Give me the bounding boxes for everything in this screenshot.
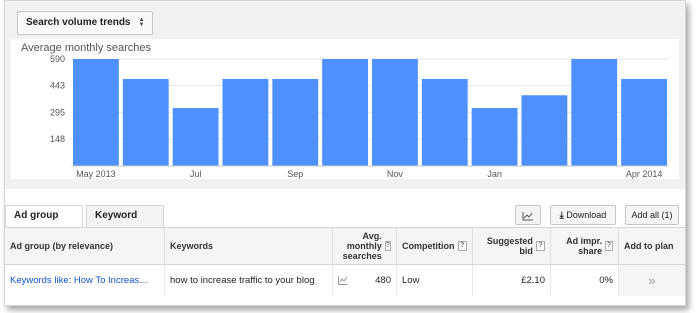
tabs-row: Ad group ideas Keyword ideas ⤓ Download … xyxy=(5,201,685,241)
download-button[interactable]: ⤓ Download xyxy=(550,205,616,225)
x-tick-label: Nov xyxy=(387,169,404,179)
bar[interactable] xyxy=(471,107,518,166)
trends-area: Search volume trends ▲ ▼ Average monthly … xyxy=(5,1,685,189)
bar[interactable] xyxy=(621,78,667,166)
download-label: Download xyxy=(566,210,607,220)
add-to-plan-button[interactable]: » xyxy=(619,265,685,296)
keyword-cell: how to increase traffic to your blog xyxy=(165,265,333,296)
y-tick-label: 443 xyxy=(50,81,65,91)
header-label: Add to plan xyxy=(624,241,674,251)
bar[interactable] xyxy=(122,78,169,166)
ad-group-link[interactable]: Keywords like: How To Increas… xyxy=(5,265,165,296)
header-suggested-bid[interactable]: Suggested bid? xyxy=(473,228,551,264)
trend-chart-icon[interactable] xyxy=(338,276,348,285)
line-chart-icon xyxy=(522,211,533,221)
avg-searches-value: 480 xyxy=(375,275,391,286)
suggested-bid-cell: £2.10 xyxy=(473,265,551,296)
header-label: Keywords xyxy=(170,241,214,251)
monthly-searches-chart: 148 295 443 590 May 2013 Jul Sep Nov Jan Apr 2014 xyxy=(50,54,669,179)
table-row: Keywords like: How To Increas… how to in… xyxy=(5,265,685,296)
help-icon[interactable]: ? xyxy=(384,241,391,251)
help-icon[interactable]: ? xyxy=(457,241,467,251)
table-header: Ad group (by relevance) Keywords Avg. mo… xyxy=(5,228,685,265)
header-competition[interactable]: Competition? xyxy=(397,228,473,264)
search-volume-trends-dropdown[interactable]: Search volume trends ▲ ▼ xyxy=(17,11,154,35)
x-tick-label: Sep xyxy=(287,169,303,179)
y-tick-label: 295 xyxy=(50,108,65,118)
tab-keyword-ideas[interactable]: Keyword ideas xyxy=(86,205,164,241)
sort-arrows-icon: ▲ ▼ xyxy=(138,17,145,28)
bar[interactable] xyxy=(172,107,219,166)
ad-impr-share-cell: 0% xyxy=(551,265,619,296)
bar[interactable] xyxy=(571,59,618,166)
add-all-label: Add all (1) xyxy=(631,210,673,220)
chart-panel: Average monthly searches 148 295 443 590 May… xyxy=(11,39,679,179)
bar[interactable] xyxy=(272,78,319,166)
keyword-planner-panel: Search volume trends ▲ ▼ Average monthly … xyxy=(4,0,686,306)
header-avg-searches[interactable]: Avg. monthly searches? xyxy=(333,228,397,264)
header-label: Ad impr. share xyxy=(566,236,603,256)
bar[interactable] xyxy=(372,59,418,166)
competition-cell: Low xyxy=(397,265,473,296)
download-icon: ⤓ xyxy=(559,210,564,220)
header-ad-group[interactable]: Ad group (by relevance) xyxy=(5,228,165,264)
x-tick-label: May 2013 xyxy=(76,169,116,179)
x-tick-label: Jan xyxy=(487,169,502,179)
help-icon[interactable]: ? xyxy=(605,241,613,251)
bar[interactable] xyxy=(421,78,468,166)
bar[interactable] xyxy=(73,59,119,166)
header-keywords[interactable]: Keywords xyxy=(165,228,333,264)
header-label: Avg. monthly searches xyxy=(342,231,382,261)
bar[interactable] xyxy=(222,78,269,166)
header-label: Suggested bid xyxy=(486,236,533,256)
bar[interactable] xyxy=(322,59,368,166)
chart-toggle-button[interactable] xyxy=(515,205,541,225)
header-ad-impr-share[interactable]: Ad impr. share? xyxy=(551,228,619,264)
y-tick-label: 590 xyxy=(50,54,65,64)
tab-ad-group-ideas[interactable]: Ad group ideas xyxy=(5,205,83,241)
header-add-to-plan: Add to plan xyxy=(619,228,685,264)
ad-group-table: Ad group (by relevance) Keywords Avg. mo… xyxy=(5,227,685,296)
add-all-button[interactable]: Add all (1) xyxy=(625,205,679,225)
header-label: Ad group (by relevance) xyxy=(10,241,114,251)
header-label: Competition xyxy=(402,241,455,251)
bar[interactable] xyxy=(521,95,568,166)
x-tick-label: Jul xyxy=(190,169,202,179)
help-icon[interactable]: ? xyxy=(535,241,545,251)
avg-searches-cell: 480 xyxy=(333,265,397,296)
dropdown-label: Search volume trends xyxy=(26,17,131,28)
y-tick-label: 148 xyxy=(50,134,65,144)
x-tick-label: Apr 2014 xyxy=(626,169,663,179)
